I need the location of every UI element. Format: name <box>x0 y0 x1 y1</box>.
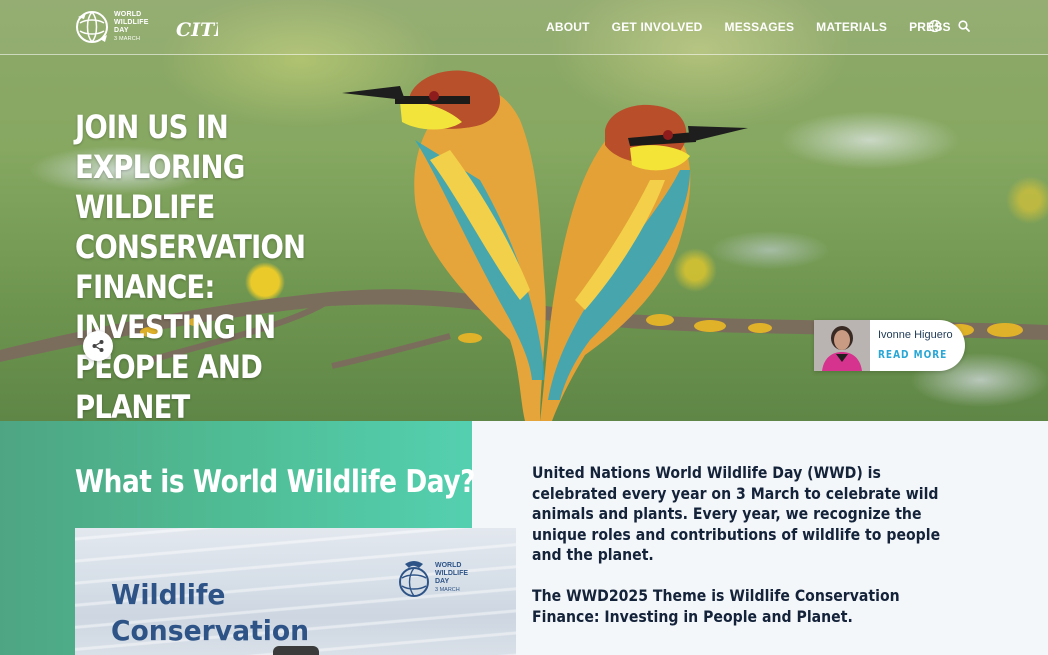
card-info: Ivonne Higuero READ MORE <box>870 320 963 371</box>
nav-materials[interactable]: MATERIALS <box>816 20 887 34</box>
about-paragraph: United Nations World Wildlife Day (WWD) … <box>532 463 941 564</box>
share-icon <box>92 340 104 352</box>
search-icon[interactable] <box>957 19 971 33</box>
globe-icon[interactable] <box>928 19 942 33</box>
globe-animal-logo-icon <box>399 561 429 597</box>
video-logo-text: WORLD WILDLIFE DAY 3 MARCH <box>435 562 481 594</box>
hero-banner: WORLD WILDLIFE DAY 3 MARCH CITES ABOUT G… <box>0 0 1048 421</box>
avatar <box>814 320 870 371</box>
card-person-name: Ivonne Higuero <box>878 329 953 341</box>
top-navigation-bar: WORLD WILDLIFE DAY 3 MARCH CITES ABOUT G… <box>0 0 1048 55</box>
share-button[interactable] <box>83 331 113 361</box>
hero-title: JOIN US IN EXPLORING WILDLIFE CONSERVATI… <box>75 108 306 421</box>
logo-date: 3 MARCH <box>114 36 141 42</box>
video-title: Wildlife Conservation Finance <box>111 578 310 655</box>
nav-about[interactable]: ABOUT <box>546 20 590 34</box>
about-section: What is World Wildlife Day? Wildlife Con… <box>0 421 1048 655</box>
nav-get-involved[interactable]: GET INVOLVED <box>612 20 703 34</box>
read-more-link[interactable]: READ MORE <box>878 348 947 361</box>
logo-text: WORLD WILDLIFE DAY 3 MARCH <box>114 11 164 43</box>
play-button[interactable] <box>273 646 319 655</box>
video-logo-title: WORLD WILDLIFE DAY <box>435 562 469 585</box>
nav-messages[interactable]: MESSAGES <box>725 20 795 34</box>
world-wildlife-day-logo[interactable]: WORLD WILDLIFE DAY 3 MARCH <box>74 9 164 45</box>
cites-logo-icon[interactable]: CITES <box>174 14 218 42</box>
main-menu: ABOUT GET INVOLVED MESSAGES MATERIALS PR… <box>546 20 951 34</box>
featured-message-card[interactable]: Ivonne Higuero READ MORE <box>814 320 965 371</box>
video-thumbnail[interactable]: Wildlife Conservation Finance WORLD WILD… <box>75 528 516 655</box>
video-wwd-logo: WORLD WILDLIFE DAY 3 MARCH <box>397 556 481 600</box>
logo-title: WORLD WILDLIFE DAY <box>114 11 149 34</box>
globe-animal-logo-icon <box>76 11 108 43</box>
section-heading: What is World Wildlife Day? <box>75 464 475 500</box>
theme-paragraph: The WWD2025 Theme is Wildlife Conservati… <box>532 586 900 626</box>
video-logo-date: 3 MARCH <box>435 587 460 593</box>
cites-logo-text: CITES <box>176 19 218 41</box>
